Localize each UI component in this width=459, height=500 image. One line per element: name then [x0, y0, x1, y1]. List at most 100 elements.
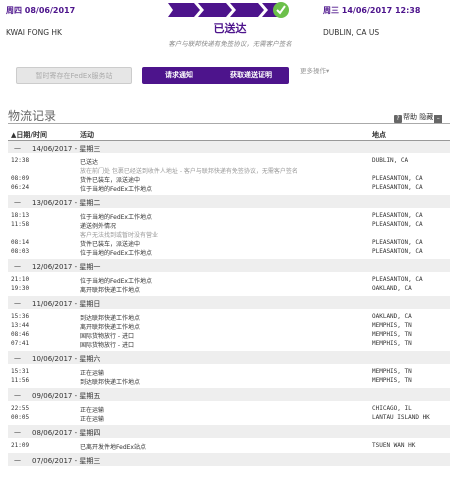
event-location: PLEASANTON, CA — [372, 239, 423, 246]
event-time: 19:30 — [11, 285, 30, 292]
event-location: MEMPHIS, TN — [372, 377, 412, 384]
table-row: 22:55 正在运输 CHICAGO, IL — [8, 404, 450, 414]
table-row: 11:58 递送例外情况 PLEASANTON, CA — [8, 220, 450, 230]
table-row: 08:03 位于当地的FedEx工作地点 PLEASANTON, CA — [8, 247, 450, 257]
event-location: MEMPHIS, TN — [372, 368, 412, 375]
dash-icon: — — [14, 262, 21, 270]
event-time: 00:05 — [11, 414, 30, 421]
event-location: MEMPHIS, TN — [372, 340, 412, 347]
shipment-header: 周四 08/06/2017 KWAI FONG HK 已送达 客户与联邦快递有免… — [0, 0, 459, 50]
table-row: 08:14 货件已装车，派送途中 PLEASANTON, CA — [8, 238, 450, 248]
table-row: 19:30 离开联邦快递工作地点 OAKLAND, CA — [8, 284, 450, 294]
hold-at-location-button[interactable]: 暂时寄存在FedEx服务站 — [16, 67, 132, 84]
event-time: 08:03 — [11, 248, 30, 255]
day-label: 11/06/2017 - 星期日 — [32, 300, 101, 308]
day-header: — 12/06/2017 - 星期一 — [8, 259, 450, 272]
event-activity: 已离开发件地FedEx站点 — [80, 444, 146, 451]
table-row: 00:05 正在运输 LANTAU ISLAND HK — [8, 413, 450, 423]
event-time: 18:13 — [11, 212, 30, 219]
event-activity: 位于当地的FedEx工作地点 — [80, 250, 152, 257]
event-activity: 离开联邦快递工作地点 — [80, 287, 141, 294]
event-time: 07:41 — [11, 340, 30, 347]
dash-icon: — — [14, 299, 21, 307]
dash-icon: — — [14, 456, 21, 464]
proof-of-delivery-button[interactable]: 获取递送证明 — [213, 67, 289, 84]
delivery-date: 周三 14/06/2017 12:38 — [323, 6, 421, 15]
origin-location: KWAI FONG HK — [6, 28, 62, 37]
day-header: — 11/06/2017 - 星期日 — [8, 296, 450, 309]
day-header: — 13/06/2017 - 星期二 — [8, 195, 450, 208]
day-label: 08/06/2017 - 星期四 — [32, 429, 101, 437]
destination-location: DUBLIN, CA US — [323, 28, 380, 37]
event-location: PLEASANTON, CA — [372, 184, 423, 191]
history-table: ▲日期/时间 活动 地点 — 14/06/2017 - 星期三 12:38 已送达 DU… — [8, 126, 450, 466]
table-row: 15:36 到达联邦快递工作地点 OAKLAND, CA — [8, 312, 450, 322]
dash-icon: — — [14, 144, 21, 152]
event-time: 11:56 — [11, 377, 30, 384]
table-row: 12:38 已送达 DUBLIN, CA — [8, 156, 450, 166]
event-time: 22:55 — [11, 405, 30, 412]
table-row: 08:46 国际货物放行 - 进口 MEMPHIS, TN — [8, 330, 450, 340]
history-title: 物流记录 — [8, 109, 57, 123]
table-row: 15:31 正在运输 MEMPHIS, TN — [8, 367, 450, 377]
col-datetime-header[interactable]: ▲日期/时间 — [11, 130, 47, 140]
table-row: 18:13 位于当地的FedEx工作地点 PLEASANTON, CA — [8, 211, 450, 221]
hide-link[interactable]: 隐藏 — [419, 113, 433, 121]
event-time: 15:31 — [11, 368, 30, 375]
day-header: — 08/06/2017 - 星期四 — [8, 425, 450, 438]
event-activity: 位于当地的FedEx工作地点 — [80, 186, 152, 193]
event-location: PLEASANTON, CA — [372, 212, 423, 219]
dash-icon: — — [14, 391, 21, 399]
event-location: PLEASANTON, CA — [372, 276, 423, 283]
event-time: 21:10 — [11, 276, 30, 283]
event-time: 08:46 — [11, 331, 30, 338]
event-location: TSUEN WAN HK — [372, 442, 416, 449]
event-location: LANTAU ISLAND HK — [372, 414, 430, 421]
event-location: OAKLAND, CA — [372, 313, 412, 320]
event-time: 15:36 — [11, 313, 30, 320]
status-note: 客户与联邦快递有免签协议，无需客户签名 — [168, 40, 292, 48]
event-location: MEMPHIS, TN — [372, 322, 412, 329]
col-activity-header: 活动 — [80, 131, 94, 139]
event-time: 08:14 — [11, 239, 30, 246]
help-icon[interactable]: ? — [394, 115, 402, 123]
event-time: 12:38 — [11, 157, 30, 164]
event-time: 11:58 — [11, 221, 30, 228]
event-time: 21:09 — [11, 442, 30, 449]
day-label: 09/06/2017 - 星期五 — [32, 392, 101, 400]
table-row: 21:09 已离开发件地FedEx站点 TSUEN WAN HK — [8, 441, 450, 451]
event-activity: 国际货物放行 - 进口 — [80, 342, 134, 349]
event-location: DUBLIN, CA — [372, 157, 409, 164]
table-row: 07:41 国际货物放行 - 进口 MEMPHIS, TN — [8, 339, 450, 349]
event-location: CHICAGO, IL — [372, 405, 412, 412]
event-time: 13:44 — [11, 322, 30, 329]
table-row: 客户无法找到或暂时没有营业 — [8, 229, 450, 239]
progress-step-2 — [198, 3, 232, 17]
event-location: PLEASANTON, CA — [372, 248, 423, 255]
event-location: PLEASANTON, CA — [372, 175, 423, 182]
event-activity: 正在运输 — [80, 416, 105, 423]
event-time: 08:09 — [11, 175, 30, 182]
day-label: 10/06/2017 - 星期六 — [32, 355, 101, 363]
more-actions-link[interactable]: 更多操作▾ — [300, 65, 329, 75]
dash-icon: — — [14, 198, 21, 206]
divider — [8, 123, 450, 124]
help-link[interactable]: 帮助 — [403, 113, 417, 121]
delivery-status: 已送达 — [213, 22, 247, 35]
event-activity: 到达联邦快递工作地点 — [80, 379, 141, 386]
table-row: 06:24 位于当地的FedEx工作地点 PLEASANTON, CA — [8, 183, 450, 193]
table-row: 11:56 到达联邦快递工作地点 MEMPHIS, TN — [8, 376, 450, 386]
day-label: 14/06/2017 - 星期三 — [32, 145, 101, 153]
progress-step-3 — [230, 3, 264, 17]
event-time: 06:24 — [11, 184, 30, 191]
table-row: 21:10 位于当地的FedEx工作地点 PLEASANTON, CA — [8, 275, 450, 285]
col-location-header: 地点 — [372, 131, 386, 139]
event-location: PLEASANTON, CA — [372, 221, 423, 228]
day-header: — 07/06/2017 - 星期三 — [8, 453, 450, 466]
collapse-icon[interactable]: – — [434, 115, 443, 123]
day-label: 13/06/2017 - 星期二 — [32, 199, 101, 207]
request-notification-button[interactable]: 请求通知 — [142, 67, 216, 84]
day-label: 07/06/2017 - 星期三 — [32, 457, 101, 465]
day-header: — 10/06/2017 - 星期六 — [8, 351, 450, 364]
ship-date: 周四 08/06/2017 — [6, 6, 76, 15]
